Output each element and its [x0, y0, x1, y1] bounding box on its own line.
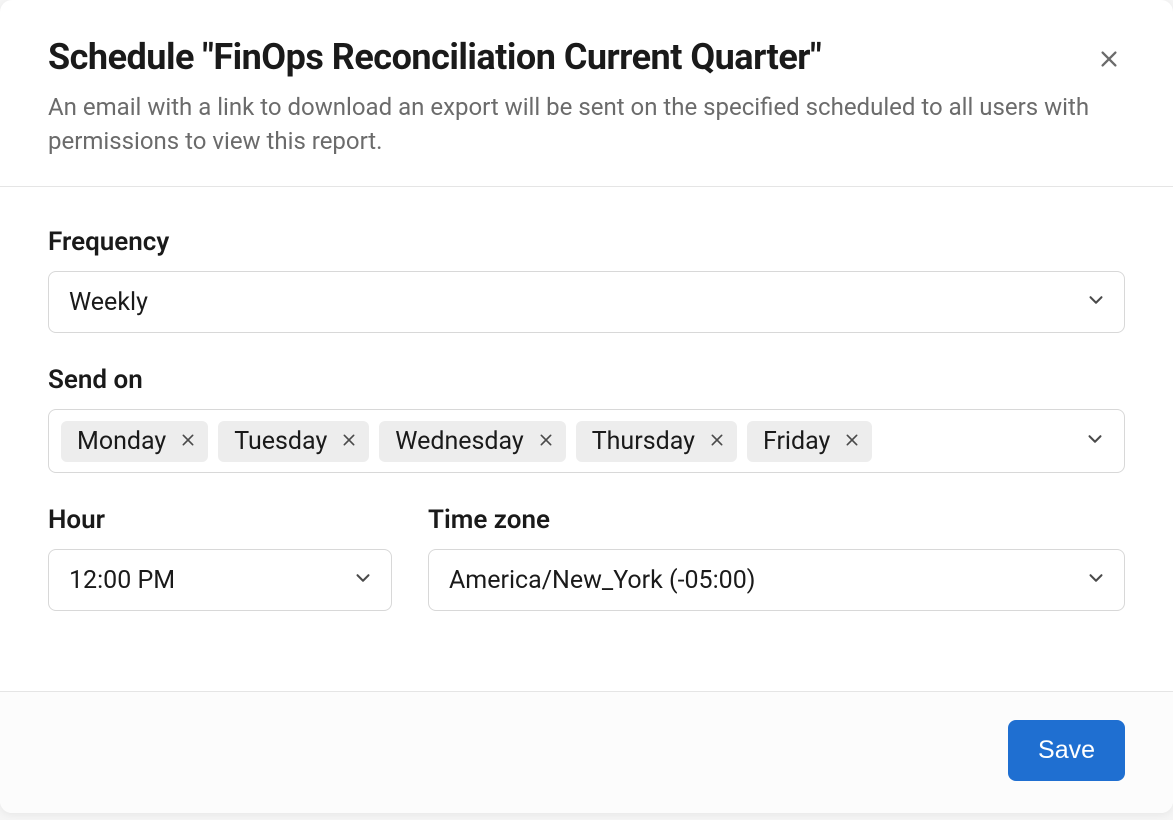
tag-remove-button[interactable] — [180, 432, 196, 451]
tag-remove-button[interactable] — [538, 432, 554, 451]
day-tag-label: Tuesday — [234, 427, 327, 456]
frequency-select[interactable]: Weekly — [48, 271, 1125, 333]
schedule-modal: Schedule "FinOps Reconciliation Current … — [0, 0, 1173, 813]
hour-timezone-row: Hour 12:00 PM Time zone America/New_York… — [48, 505, 1125, 643]
frequency-label: Frequency — [48, 227, 1125, 257]
day-tag-label: Monday — [77, 427, 166, 456]
timezone-select[interactable]: America/New_York (-05:00) — [428, 549, 1125, 611]
close-icon — [180, 432, 196, 451]
tag-remove-button[interactable] — [844, 432, 860, 451]
modal-header: Schedule "FinOps Reconciliation Current … — [0, 0, 1173, 187]
timezone-group: Time zone America/New_York (-05:00) — [428, 505, 1125, 643]
hour-value: 12:00 PM — [48, 549, 392, 611]
day-tag: Wednesday — [379, 421, 565, 462]
day-tag-label: Thursday — [592, 427, 695, 456]
chevron-down-icon — [1084, 428, 1106, 454]
close-icon — [709, 432, 725, 451]
send-on-group: Send on Monday Tuesday — [48, 365, 1125, 473]
close-icon — [341, 432, 357, 451]
timezone-label: Time zone — [428, 505, 1125, 535]
timezone-value: America/New_York (-05:00) — [428, 549, 1125, 611]
day-tag-label: Wednesday — [395, 427, 523, 456]
close-button[interactable] — [1093, 44, 1125, 76]
hour-group: Hour 12:00 PM — [48, 505, 392, 611]
close-icon — [1098, 48, 1120, 73]
frequency-group: Frequency Weekly — [48, 227, 1125, 333]
hour-label: Hour — [48, 505, 392, 535]
day-tag: Tuesday — [218, 421, 369, 462]
day-tag: Friday — [747, 421, 872, 462]
tag-remove-button[interactable] — [709, 432, 725, 451]
send-on-multiselect[interactable]: Monday Tuesday Wed — [48, 409, 1125, 473]
close-icon — [844, 432, 860, 451]
modal-footer: Save — [0, 691, 1173, 813]
frequency-value: Weekly — [48, 271, 1125, 333]
send-on-label: Send on — [48, 365, 1125, 395]
modal-subtitle: An email with a link to download an expo… — [48, 91, 1125, 158]
save-button[interactable]: Save — [1008, 720, 1125, 781]
tag-remove-button[interactable] — [341, 432, 357, 451]
day-tag: Thursday — [576, 421, 737, 462]
day-tag-label: Friday — [763, 427, 830, 456]
close-icon — [538, 432, 554, 451]
hour-select[interactable]: 12:00 PM — [48, 549, 392, 611]
modal-body: Frequency Weekly Send on Monday — [0, 187, 1173, 691]
modal-title: Schedule "FinOps Reconciliation Current … — [48, 36, 1125, 79]
day-tag: Monday — [61, 421, 208, 462]
